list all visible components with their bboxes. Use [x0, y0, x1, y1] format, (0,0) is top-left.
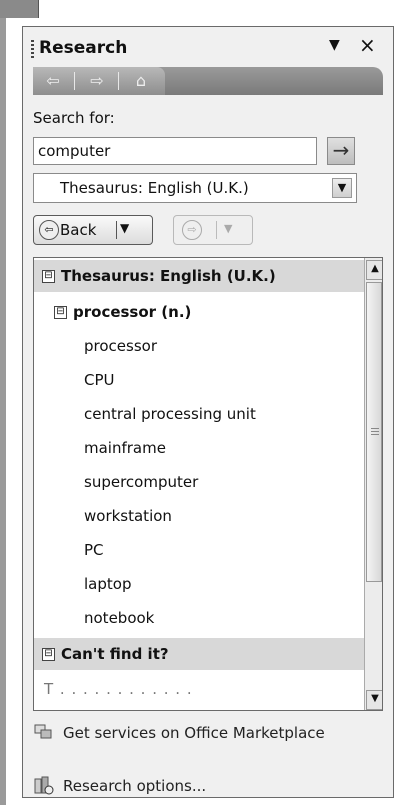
nav-toolbar: ⇦ ⇨ ⌂	[33, 67, 383, 95]
search-label: Search for:	[33, 109, 115, 127]
collapse-icon[interactable]: ⊟	[42, 270, 55, 283]
synonym-item[interactable]: processor	[84, 330, 157, 362]
scroll-up-icon[interactable]: ▲	[366, 260, 382, 280]
thumb-grip-icon	[371, 428, 379, 436]
home-icon[interactable]: ⌂	[127, 71, 155, 91]
results-scrollbar[interactable]: ▲ ▼	[364, 258, 382, 710]
scroll-thumb[interactable]	[366, 282, 382, 582]
scroll-down-icon[interactable]: ▼	[366, 690, 382, 710]
back-button[interactable]: ⇦ Back ▼	[33, 215, 153, 245]
pane-header: Research ▼ ×	[23, 27, 393, 67]
collapse-icon[interactable]: ⊟	[42, 648, 55, 661]
synonym-item[interactable]: workstation	[84, 500, 172, 532]
chevron-down-icon[interactable]: ▼	[332, 178, 352, 198]
synonym-item[interactable]: supercomputer	[84, 466, 198, 498]
results-panel: ⊟ Thesaurus: English (U.K.) ⊟ processor (n…	[33, 257, 383, 711]
synonym-item[interactable]: mainframe	[84, 432, 166, 464]
collapse-icon[interactable]: ⊟	[54, 306, 67, 319]
forward-arrow-icon: ⇨	[182, 220, 202, 240]
pane-title: Research	[39, 38, 128, 58]
help-title: Can't find it?	[61, 645, 169, 663]
search-input[interactable]: computer	[33, 137, 317, 165]
cut-off-text: T . . . . . . . . . . . .	[44, 680, 193, 698]
window-edge-light	[38, 0, 91, 18]
marketplace-icon	[34, 724, 52, 739]
back-arrow-icon: ⇦	[39, 220, 59, 240]
synonym-item[interactable]: central processing unit	[84, 398, 256, 430]
section-header-cant-find[interactable]: ⊟ Can't find it?	[34, 638, 364, 670]
back-dropdown-icon[interactable]: ▼	[120, 221, 129, 235]
marketplace-link[interactable]: Get services on Office Marketplace	[63, 723, 363, 743]
nav-back-icon[interactable]: ⇦	[39, 71, 67, 91]
synonym-item[interactable]: PC	[84, 534, 104, 566]
section-header-thesaurus[interactable]: ⊟ Thesaurus: English (U.K.)	[34, 260, 364, 292]
button-separator	[216, 221, 217, 239]
group-title: processor (n.)	[73, 303, 192, 321]
window-left-border	[0, 18, 6, 805]
synonym-item[interactable]: laptop	[84, 568, 131, 600]
start-search-button[interactable]: →	[327, 137, 355, 165]
nav-separator	[74, 72, 75, 90]
research-pane: Research ▼ × ⇦ ⇨ ⌂ Search for: computer …	[22, 26, 394, 798]
button-separator	[116, 221, 117, 239]
synonym-item[interactable]: CPU	[84, 364, 115, 396]
research-options-link[interactable]: Research options...	[63, 777, 206, 795]
group-header-processor[interactable]: ⊟ processor (n.)	[54, 296, 191, 328]
section-title: Thesaurus: English (U.K.)	[61, 267, 276, 285]
drag-grip-icon[interactable]	[31, 40, 34, 60]
nav-tab: ⇦ ⇨ ⌂	[33, 67, 165, 95]
synonym-item[interactable]: notebook	[84, 602, 154, 634]
research-options-icon	[34, 776, 54, 795]
pane-menu-arrow-icon[interactable]: ▼	[329, 37, 340, 53]
close-icon[interactable]: ×	[359, 33, 376, 57]
back-label: Back	[60, 221, 97, 239]
nav-separator	[118, 72, 119, 90]
window-edge	[0, 0, 38, 18]
forward-button[interactable]: ⇨ ▼	[173, 215, 253, 245]
forward-dropdown-icon[interactable]: ▼	[224, 222, 232, 235]
arrow-right-icon: →	[332, 138, 350, 162]
reference-source-select[interactable]: Thesaurus: English (U.K.) ▼	[33, 173, 357, 203]
nav-forward-icon[interactable]: ⇨	[83, 71, 111, 91]
source-selected-value: Thesaurus: English (U.K.)	[60, 179, 249, 197]
